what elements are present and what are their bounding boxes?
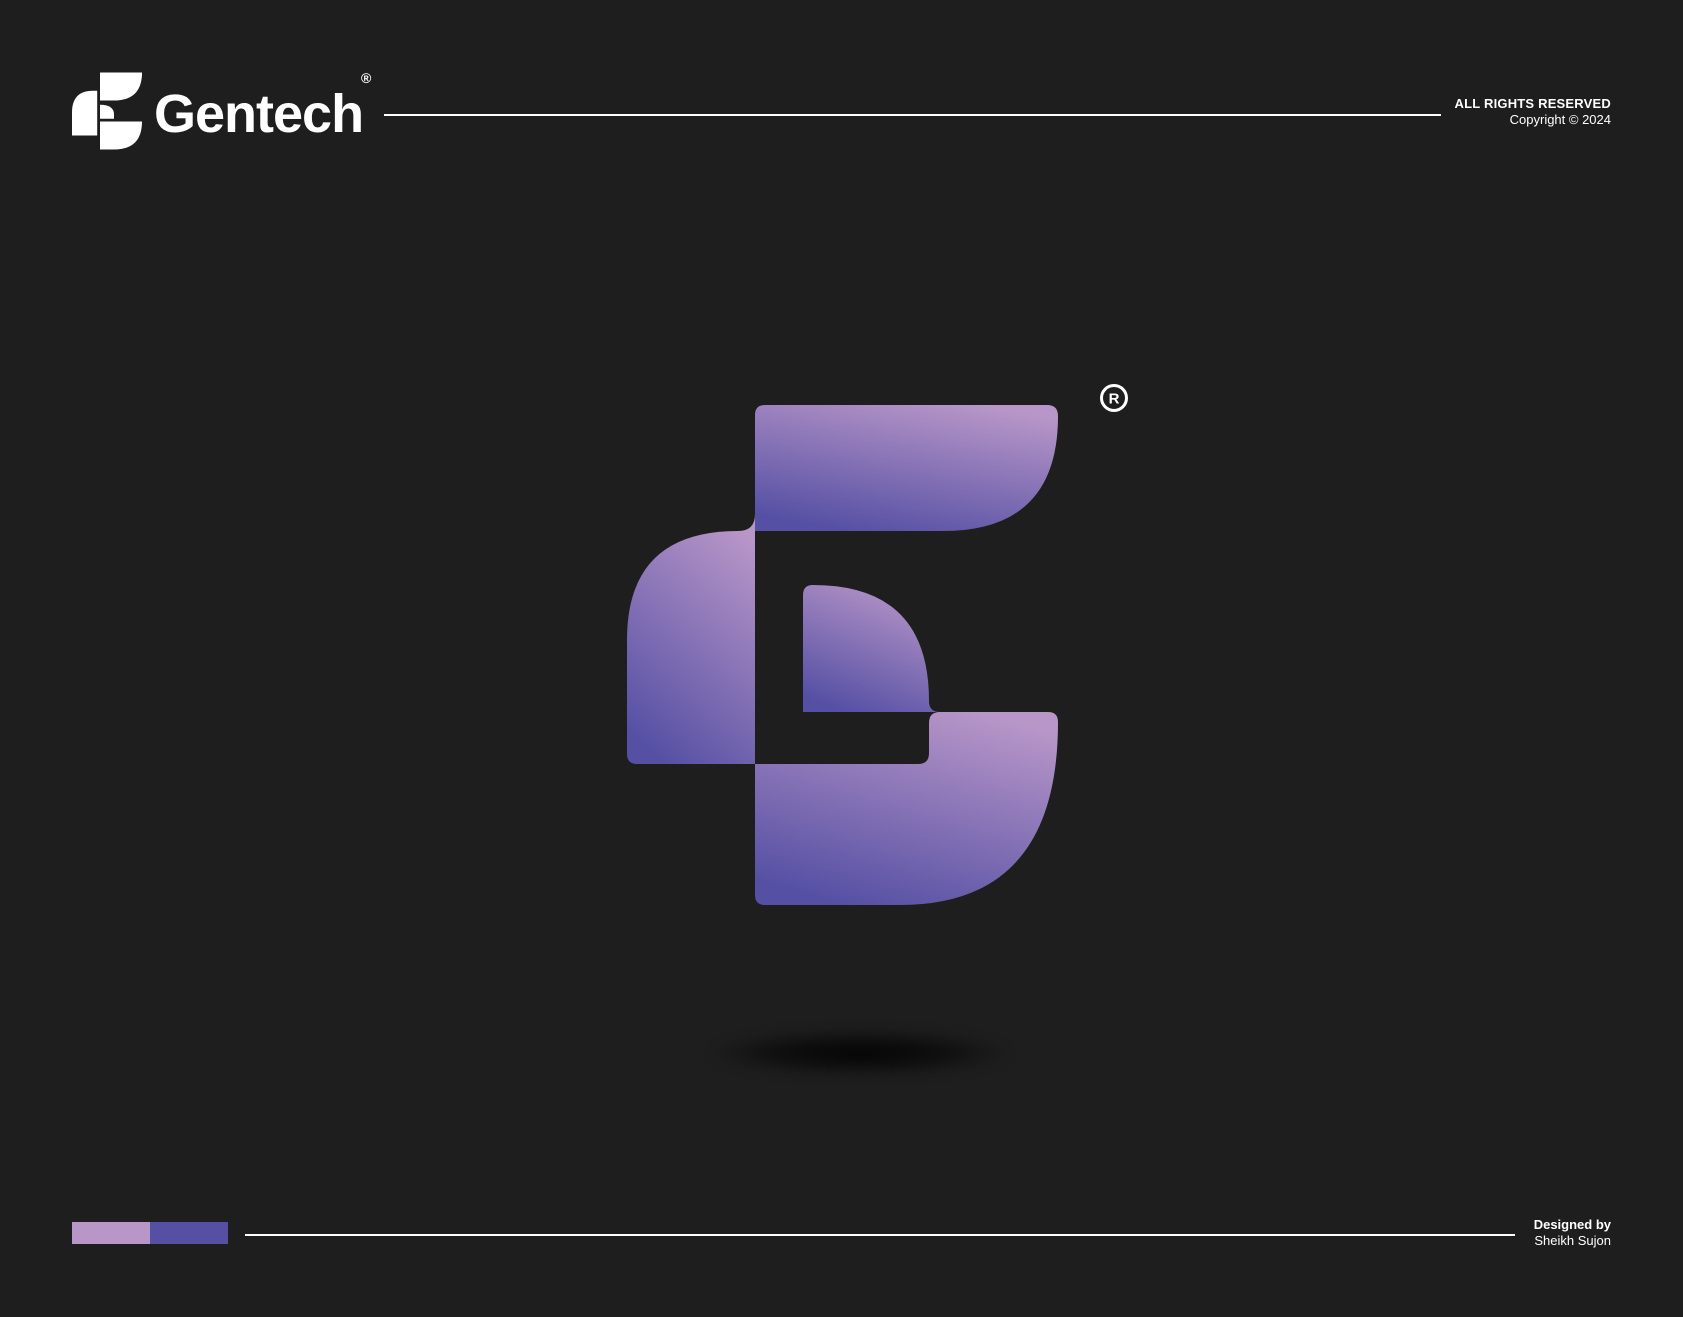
credit-title: Designed by [1533,1217,1611,1232]
header: Gentech ® ALL RIGHTS RESERVED Copyright … [0,0,1683,200]
rights-block: ALL RIGHTS RESERVED Copyright © 2024 [1455,96,1611,129]
brand-lockup: Gentech ® [72,70,371,150]
credit-name: Sheikh Sujon [1534,1233,1611,1249]
header-divider [384,114,1441,116]
gentech-g-logo-icon [627,405,1058,905]
brand-name: Gentech [154,84,364,144]
logo-shadow [710,1030,1010,1076]
registered-trademark-icon: R [1100,384,1128,412]
copyright-text: Copyright © 2024 [1509,112,1611,128]
main-logo: R [620,375,1140,915]
brand-registered-mark: ® [361,70,372,86]
footer-divider [245,1234,1515,1236]
swatch-light-purple [72,1222,150,1244]
swatch-deep-purple [150,1222,228,1244]
credit-block: Designed by Sheikh Sujon [1534,1217,1611,1250]
rights-title: ALL RIGHTS RESERVED [1454,96,1611,111]
svg-text:R: R [1109,391,1120,408]
color-palette [72,1222,228,1244]
gentech-logo-icon [72,72,142,150]
